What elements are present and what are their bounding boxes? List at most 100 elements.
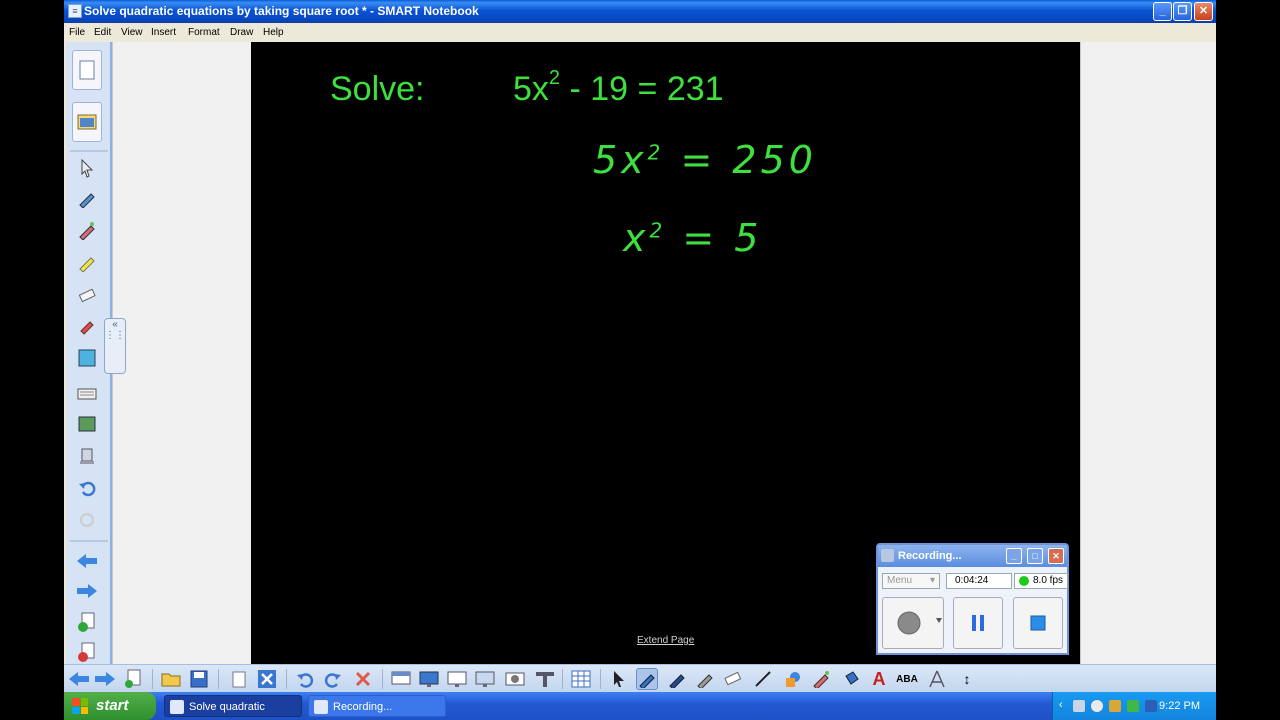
windows-logo-icon: [72, 698, 88, 714]
system-tray: ‹ 9:22 PM: [1052, 692, 1216, 720]
close-button[interactable]: ✕: [1194, 2, 1213, 21]
calligraphic-pen-icon[interactable]: [666, 668, 688, 690]
step-2-right: = 5: [666, 216, 763, 260]
equation-exponent: 2: [548, 66, 561, 89]
step-2-handwritten: x2 = 5: [623, 216, 762, 260]
screen-capture-icon[interactable]: [72, 410, 102, 438]
document-camera-icon[interactable]: [72, 442, 102, 470]
creative-pen-icon[interactable]: [72, 216, 102, 244]
recorder-menu-dropdown[interactable]: Menu ▾: [882, 573, 940, 589]
menu-insert[interactable]: Insert: [151, 27, 176, 38]
clock: 9:22 PM: [1159, 700, 1200, 712]
delete-icon[interactable]: [256, 668, 278, 690]
pen-icon[interactable]: [72, 184, 102, 212]
security-shield-icon[interactable]: [1127, 700, 1139, 712]
magic-pen-icon[interactable]: [72, 312, 102, 340]
tray-icon-3[interactable]: [1109, 700, 1121, 712]
stop-button[interactable]: [1013, 597, 1063, 649]
full-screen-icon[interactable]: [418, 668, 440, 690]
restore-button[interactable]: ❐: [1173, 2, 1192, 21]
previous-page-icon[interactable]: [72, 547, 102, 575]
measurement-icon[interactable]: [926, 668, 948, 690]
taskbar-item-smart-notebook[interactable]: Solve quadratic equa...: [164, 695, 302, 717]
start-button[interactable]: start: [64, 692, 156, 720]
tray-icon-2[interactable]: [1091, 700, 1103, 712]
paste-icon[interactable]: [228, 668, 250, 690]
step-2-left: x: [623, 216, 650, 260]
tray-expand-icon[interactable]: ‹: [1059, 699, 1063, 711]
recorder-maximize-button[interactable]: □: [1027, 548, 1043, 564]
redo-icon[interactable]: [322, 668, 344, 690]
gallery-icon[interactable]: [72, 102, 102, 142]
delete-page-icon[interactable]: [72, 638, 102, 666]
status-dot-icon: [1019, 576, 1029, 586]
creative-pen-bottom-icon[interactable]: [694, 668, 716, 690]
menu-draw[interactable]: Draw: [230, 27, 253, 38]
undo-icon[interactable]: [72, 474, 102, 502]
collapse-toolbar-handle[interactable]: «⋮⋮: [104, 318, 126, 374]
select-arrow-icon[interactable]: [608, 668, 630, 690]
chevron-down-icon: ▾: [929, 575, 935, 586]
recorder-task-icon: [314, 700, 328, 714]
add-page-icon[interactable]: [72, 608, 102, 636]
pen-tool-icon[interactable]: [636, 668, 658, 690]
dual-page-icon[interactable]: [534, 668, 556, 690]
open-folder-icon[interactable]: [160, 668, 182, 690]
table-icon[interactable]: [570, 668, 592, 690]
select-icon[interactable]: [72, 154, 102, 182]
page-sorter-icon[interactable]: [72, 50, 102, 90]
recorder-title: Recording...: [898, 550, 962, 562]
menu-file[interactable]: File: [69, 27, 85, 38]
back-icon[interactable]: [68, 668, 90, 690]
taskbar: start Solve quadratic equa... Recording.…: [64, 692, 1216, 720]
solve-label: Solve:: [330, 70, 425, 108]
eraser-icon[interactable]: [72, 280, 102, 308]
recorder-title-bar: Recording... _ □ ✕: [878, 545, 1067, 567]
undo-bottom-icon[interactable]: [294, 668, 316, 690]
elapsed-time: 0:04:24: [946, 573, 1012, 589]
move-toolbar-icon[interactable]: ↕: [956, 668, 978, 690]
step-1-right: = 250: [664, 138, 817, 182]
next-page-icon[interactable]: [72, 577, 102, 605]
recorder-window: Recording... _ □ ✕ Menu ▾ 0:04:24 8.0 fp…: [876, 543, 1069, 655]
start-label: start: [96, 697, 129, 714]
clear-icon[interactable]: [352, 668, 374, 690]
bottom-toolbar: A ABA ↕: [64, 664, 1216, 692]
screen: ≡ Solve quadratic equations by taking sq…: [64, 0, 1216, 720]
properties-icon[interactable]: ABA: [896, 668, 918, 690]
network-icon[interactable]: [1145, 700, 1157, 712]
recorder-close-button[interactable]: ✕: [1048, 548, 1064, 564]
menu-format[interactable]: Format: [188, 27, 220, 38]
taskbar-item-recording[interactable]: Recording...: [308, 695, 446, 717]
magic-pen-bottom-icon[interactable]: [810, 668, 832, 690]
add-page-bottom-icon[interactable]: [122, 668, 144, 690]
save-icon[interactable]: [188, 668, 210, 690]
menu-view[interactable]: View: [121, 27, 143, 38]
capture-icon[interactable]: [504, 668, 526, 690]
line-icon[interactable]: [752, 668, 774, 690]
keyboard-icon[interactable]: [72, 380, 102, 408]
forward-icon[interactable]: [94, 668, 116, 690]
record-button[interactable]: [882, 597, 944, 649]
app-icon: ≡: [68, 4, 82, 18]
fill-icon[interactable]: [840, 668, 862, 690]
menu-help[interactable]: Help: [263, 27, 284, 38]
screen-shade-icon[interactable]: [390, 668, 412, 690]
text-tool-icon[interactable]: A: [868, 668, 890, 690]
minimize-button[interactable]: _: [1153, 2, 1172, 21]
eraser-bottom-icon[interactable]: [722, 668, 744, 690]
shapes-icon[interactable]: [782, 668, 804, 690]
tray-icon-1[interactable]: [1073, 700, 1085, 712]
pause-button[interactable]: [953, 597, 1003, 649]
step-1-exponent: 2: [647, 140, 665, 165]
transparent-background-icon[interactable]: [446, 668, 468, 690]
recorder-minimize-button[interactable]: _: [1006, 548, 1022, 564]
highlighter-icon[interactable]: [72, 248, 102, 276]
notebook-task-icon: [170, 700, 184, 714]
extend-page-link[interactable]: Extend Page: [637, 635, 694, 646]
window-title: Solve quadratic equations by taking squa…: [84, 4, 479, 18]
notes-icon[interactable]: [72, 344, 102, 372]
menu-edit[interactable]: Edit: [94, 27, 111, 38]
settings-icon[interactable]: [72, 506, 102, 534]
display-icon[interactable]: [474, 668, 496, 690]
